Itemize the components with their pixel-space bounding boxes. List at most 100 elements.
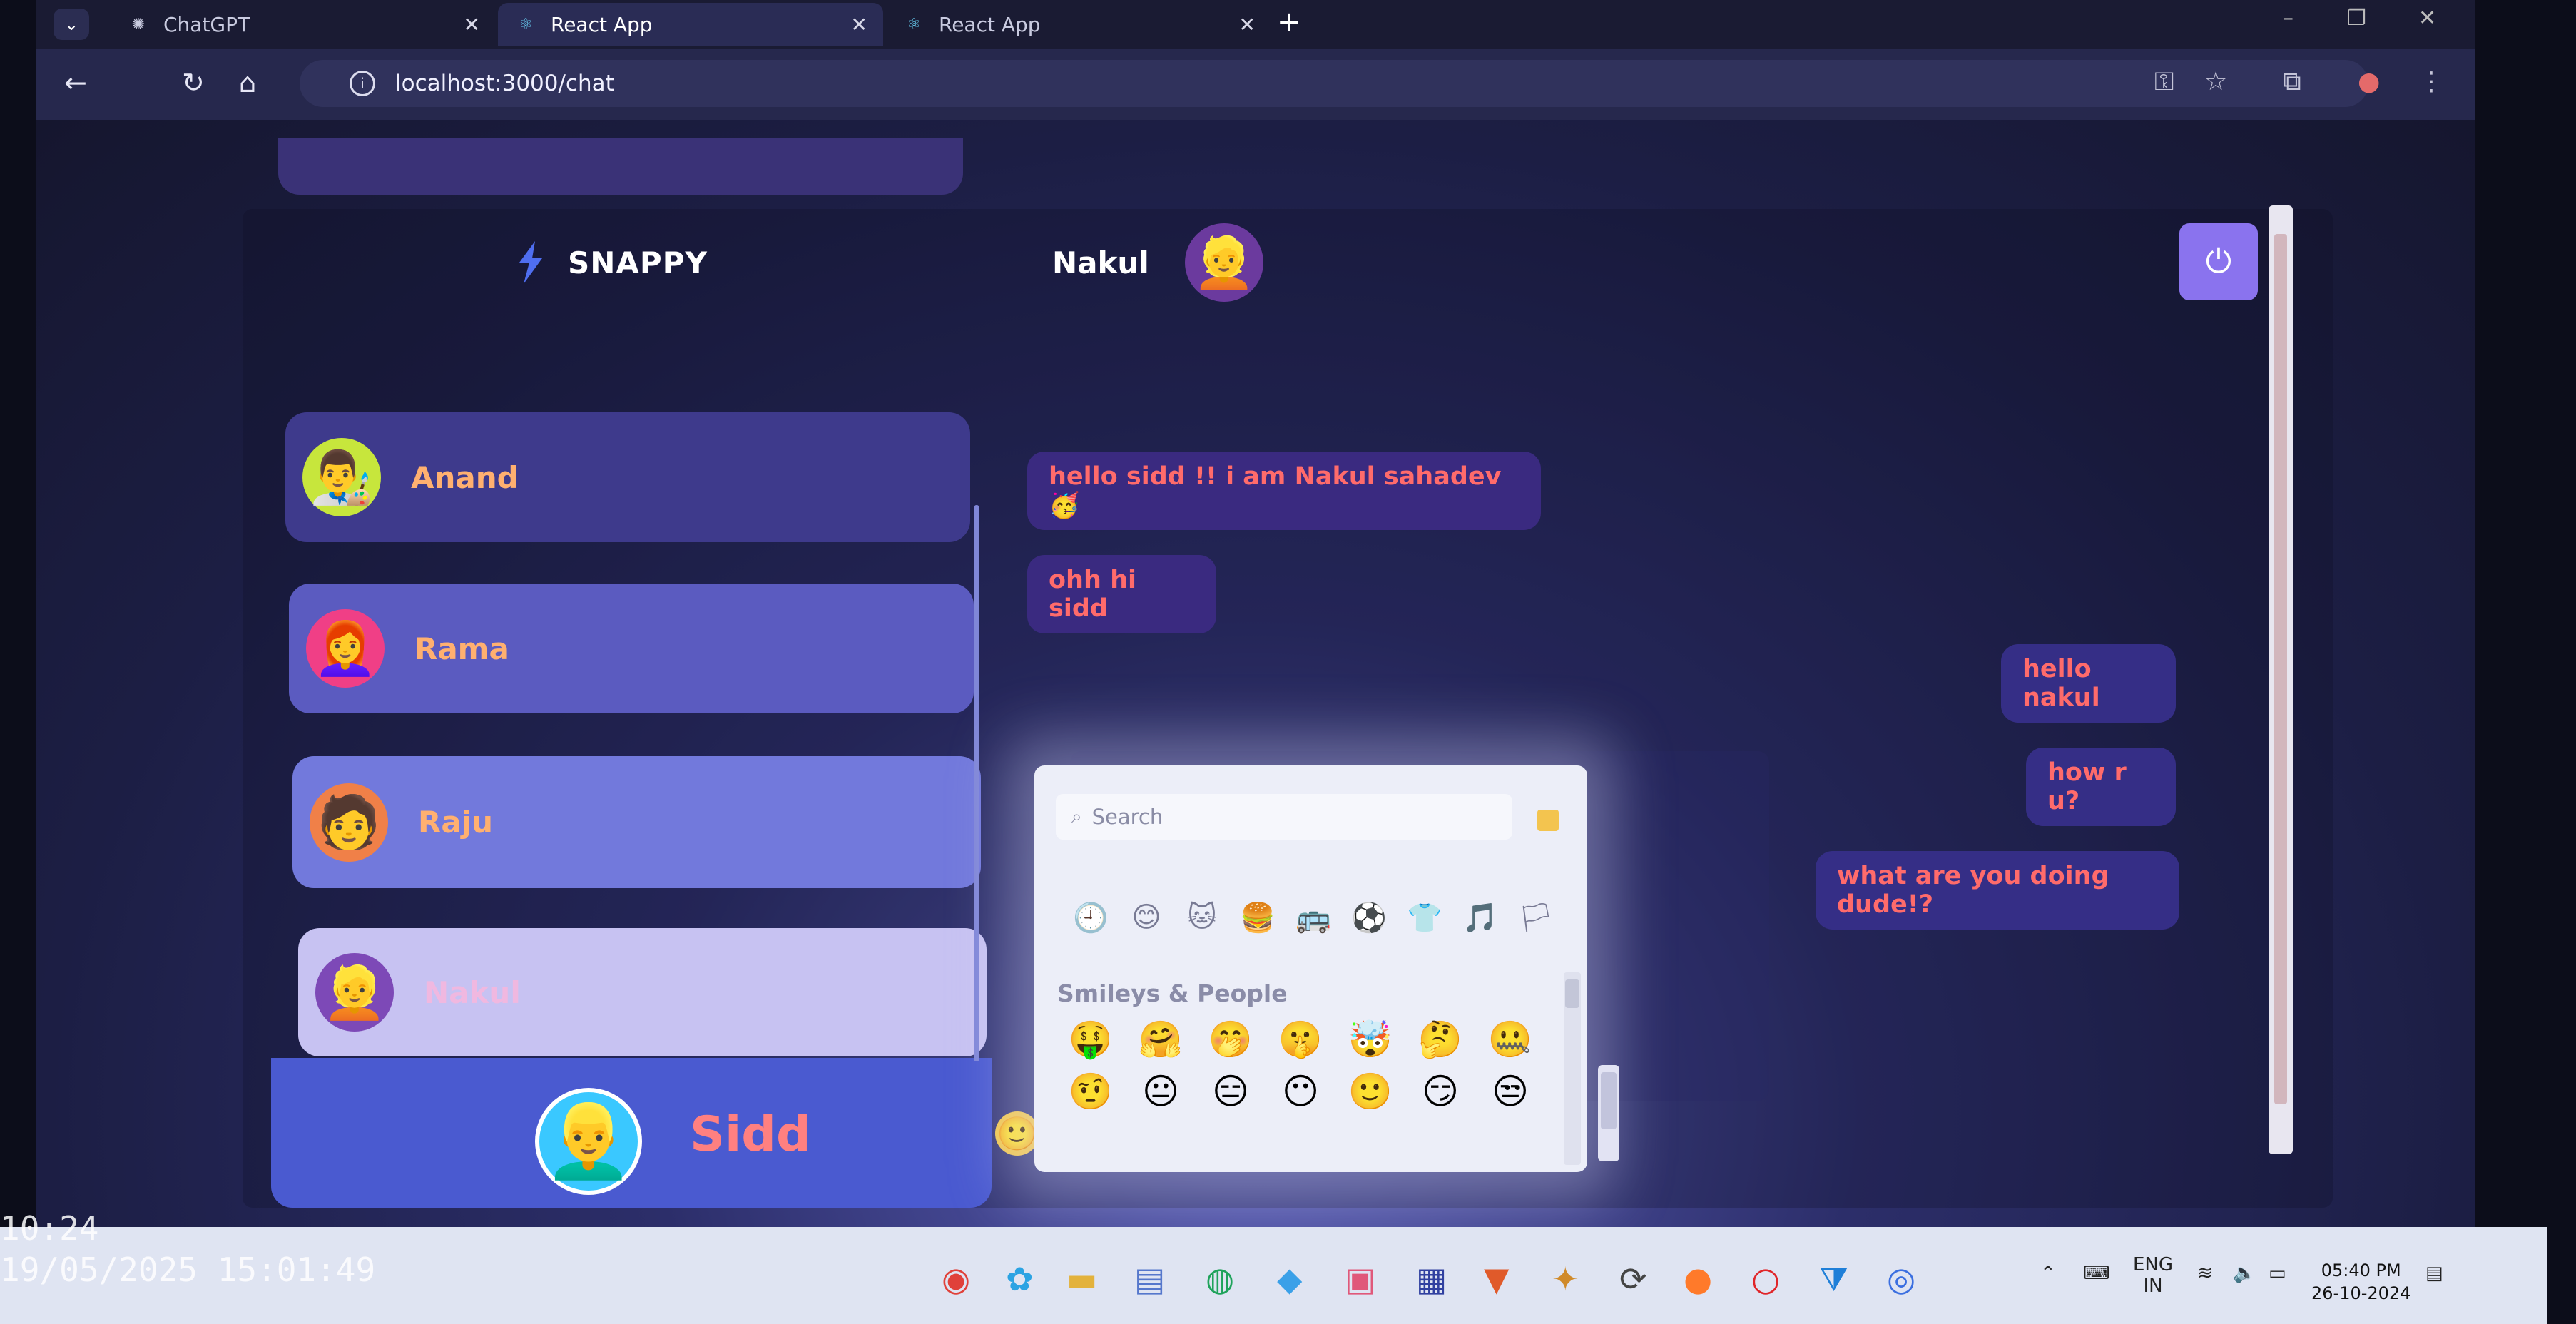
back-arrow-icon[interactable]: ← <box>64 67 87 98</box>
emoji-item[interactable]: 🤑 <box>1056 1019 1126 1061</box>
emoji-toggle-icon[interactable]: 🙂 <box>995 1111 1039 1156</box>
emoji-item[interactable]: 😶 <box>1266 1071 1335 1113</box>
contact-item-anand[interactable]: 👨‍🎨 Anand <box>285 412 970 542</box>
emoji-item[interactable]: 😒 <box>1475 1071 1545 1113</box>
app-icon[interactable]: ▣ <box>1345 1260 1375 1298</box>
app-icon[interactable]: ◎ <box>1887 1260 1915 1298</box>
battery-icon[interactable]: ▭ <box>2269 1263 2286 1284</box>
emoji-item[interactable]: 🤯 <box>1335 1019 1405 1061</box>
vscode-icon[interactable]: ⧩ <box>1819 1260 1848 1300</box>
emoji-item[interactable]: 🤗 <box>1126 1019 1196 1061</box>
avatar: 🧑 <box>310 783 388 862</box>
tab-title: React App <box>551 12 653 36</box>
system-clock[interactable]: 05:40 PM 26-10-2024 <box>2311 1259 2410 1305</box>
recent-icon[interactable]: 🕘 <box>1063 901 1119 935</box>
minimize-icon[interactable]: – <box>2283 6 2294 31</box>
emoji-item[interactable]: 🤨 <box>1056 1071 1126 1113</box>
file-explorer-icon[interactable]: ▬ <box>1066 1260 1097 1298</box>
emoji-item[interactable]: 🤐 <box>1475 1019 1545 1061</box>
contact-item-nakul-selected[interactable]: 👱 Nakul <box>298 928 987 1056</box>
current-user-name: Sidd <box>690 1106 811 1163</box>
new-tab-button[interactable]: + <box>1277 6 1301 39</box>
restore-icon[interactable]: ❐ <box>2347 6 2366 31</box>
close-icon[interactable]: ✕ <box>1239 13 1256 36</box>
app-icon[interactable]: ◆ <box>1277 1260 1302 1298</box>
skin-tone-selector[interactable] <box>1537 810 1559 831</box>
tab-chatgpt[interactable]: ✺ ChatGPT ✕ <box>111 3 496 46</box>
objects-icon[interactable]: 👕 <box>1397 901 1452 935</box>
overlay-date: 19/05/2025 15:01:49 <box>0 1251 376 1289</box>
emoji-item[interactable]: 🤫 <box>1266 1019 1335 1061</box>
emoji-item[interactable]: 🤔 <box>1405 1019 1475 1061</box>
opera-icon[interactable]: ○ <box>1751 1260 1780 1298</box>
firefox-icon[interactable]: ● <box>1684 1260 1712 1298</box>
smileys-icon[interactable]: 😊 <box>1119 901 1174 935</box>
emoji-item[interactable]: 😏 <box>1405 1071 1475 1113</box>
wifi-icon[interactable]: ≋ <box>2197 1263 2213 1284</box>
avatar: 👨‍🎨 <box>302 438 381 516</box>
emoji-grid: 🤑 🤗 🤭 🤫 🤯 🤔 🤐 🤨 😐 😑 😶 🙂 😏 😒 <box>1056 1019 1545 1113</box>
close-icon[interactable]: ✕ <box>851 13 867 36</box>
tray-chevron-icon[interactable]: ⌃ <box>2040 1263 2056 1284</box>
logout-button[interactable]: ⏻ <box>2179 223 2258 300</box>
symbols-icon[interactable]: 🎵 <box>1452 901 1508 935</box>
flags-icon[interactable]: 🏳 <box>1508 901 1564 935</box>
menu-dots-icon[interactable]: ⋮ <box>2418 67 2444 96</box>
page-scrollbar[interactable] <box>2269 205 2293 1154</box>
tab-title: ChatGPT <box>163 12 250 36</box>
home-icon[interactable]: ⌂ <box>239 67 256 98</box>
tab-title: React App <box>939 12 1041 36</box>
scrollbar-thumb[interactable] <box>2274 234 2287 1104</box>
close-icon[interactable]: ✕ <box>464 13 480 36</box>
scrollbar-thumb[interactable] <box>1601 1072 1617 1129</box>
app-icon[interactable]: ▦ <box>1416 1260 1447 1298</box>
travel-icon[interactable]: 🚌 <box>1286 901 1341 935</box>
copilot-icon[interactable]: ✿ <box>1006 1260 1034 1298</box>
emoji-item[interactable]: 😑 <box>1196 1071 1266 1113</box>
food-icon[interactable]: 🍔 <box>1230 901 1286 935</box>
message-sent: how r u? <box>2026 748 2176 826</box>
bookmark-star-icon[interactable]: ☆ <box>2204 67 2227 96</box>
app-icon[interactable]: ⟳ <box>1619 1260 1647 1298</box>
contact-item-partial[interactable] <box>278 138 963 195</box>
volume-icon[interactable]: 🔈 <box>2233 1263 2256 1284</box>
emoji-item[interactable]: 🙂 <box>1335 1071 1405 1113</box>
close-window-icon[interactable]: ✕ <box>2418 6 2436 31</box>
clock-date: 26-10-2024 <box>2311 1283 2411 1303</box>
keyboard-icon[interactable]: ⌨ <box>2083 1263 2110 1284</box>
password-key-icon[interactable]: ⚿ <box>2154 67 2174 97</box>
scrollbar-thumb[interactable] <box>1565 979 1579 1008</box>
snappy-logo-icon <box>519 241 542 284</box>
address-bar[interactable]: i localhost:3000/chat <box>300 60 2368 107</box>
animals-icon[interactable]: 🐱 <box>1174 901 1230 935</box>
tab-react-app[interactable]: ⚛ React App ✕ <box>886 3 1271 46</box>
emoji-search-input[interactable]: ⌕ Search <box>1056 794 1512 840</box>
message-received: ohh hi sidd <box>1027 555 1216 633</box>
contact-item-rama[interactable]: 👩‍🦰 Rama <box>289 584 974 713</box>
notification-icon[interactable]: ▤ <box>2425 1263 2443 1284</box>
monitor-screen: ⌄ ✺ ChatGPT ✕ ⚛ React App ✕ ⚛ React App … <box>36 0 2475 1284</box>
contact-item-raju[interactable]: 🧑 Raju <box>292 756 981 888</box>
reload-icon[interactable]: ↻ <box>182 67 205 98</box>
tab-react-app-active[interactable]: ⚛ React App ✕ <box>498 3 883 46</box>
activities-icon[interactable]: ⚽ <box>1341 901 1397 935</box>
emoji-item[interactable]: 😐 <box>1126 1071 1196 1113</box>
profile-icon[interactable]: ● <box>2358 67 2380 96</box>
app-icon[interactable]: ✦ <box>1552 1260 1579 1298</box>
contacts-scrollbar[interactable] <box>974 505 979 1061</box>
chrome-icon[interactable]: ◉ <box>942 1260 970 1298</box>
picker-outer-scrollbar[interactable] <box>1598 1065 1619 1161</box>
app-icon[interactable]: ◍ <box>1206 1260 1234 1298</box>
site-info-icon[interactable]: i <box>350 71 375 96</box>
browser-toolbar: ← ↻ ⌂ i localhost:3000/chat ⚿ ☆ ⧉ ● ⋮ <box>36 49 2475 120</box>
emoji-item[interactable]: 🤭 <box>1196 1019 1266 1061</box>
language-indicator[interactable]: ENG IN <box>2133 1254 2173 1297</box>
url-text: localhost:3000/chat <box>395 71 614 96</box>
contact-name: Rama <box>414 631 509 666</box>
tab-search-dropdown[interactable]: ⌄ <box>54 9 89 40</box>
document-icon[interactable]: ▤ <box>1134 1260 1165 1298</box>
brave-icon[interactable]: ▼ <box>1484 1260 1509 1298</box>
react-icon: ⚛ <box>519 15 533 34</box>
emoji-picker-scrollbar[interactable] <box>1564 972 1581 1165</box>
extensions-icon[interactable]: ⧉ <box>2283 67 2301 97</box>
